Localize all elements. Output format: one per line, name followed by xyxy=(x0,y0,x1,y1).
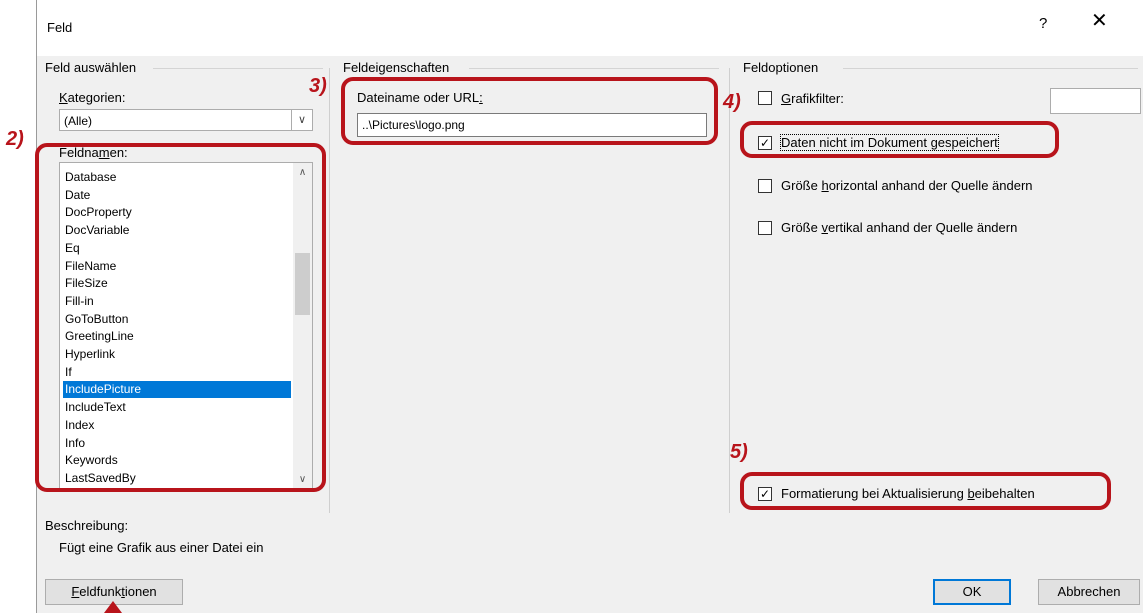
field-select-group-title: Feld auswählen xyxy=(45,60,137,75)
separator xyxy=(329,68,330,513)
close-icon[interactable]: ✕ xyxy=(1091,11,1108,31)
field-properties-group-title: Feldeigenschaften xyxy=(343,60,450,75)
categories-value: (Alle) xyxy=(64,114,93,128)
resize-horizontal-checkbox[interactable] xyxy=(758,179,772,193)
graphic-filter-checkbox[interactable] xyxy=(758,91,772,105)
help-button[interactable]: ? xyxy=(1039,15,1047,32)
cancel-button[interactable]: Abbrechen xyxy=(1038,579,1140,605)
annotation-box-fieldnames xyxy=(35,143,326,492)
annotation-box-data-not-stored xyxy=(740,121,1059,158)
dialog-title: Feld xyxy=(47,20,73,35)
description-text: Fügt eine Grafik aus einer Datei ein xyxy=(59,540,264,555)
categories-label: Kategorien: xyxy=(59,90,126,105)
graphic-filter-input[interactable] xyxy=(1050,88,1141,114)
title-bar: Feld ? ✕ xyxy=(37,0,1143,56)
annotation-box-filename xyxy=(341,77,718,145)
categories-select[interactable]: (Alle) ∨ xyxy=(59,109,313,131)
group-divider xyxy=(153,68,323,69)
graphic-filter-label: Grafikfilter: xyxy=(781,91,844,106)
annotation-box-preserve-format xyxy=(740,472,1111,510)
annotation-marker-2: 2) xyxy=(6,128,24,150)
chevron-down-icon[interactable]: ∨ xyxy=(291,110,312,130)
annotation-arrow-icon xyxy=(104,601,122,613)
annotation-marker-3: 3) xyxy=(309,75,327,97)
group-divider xyxy=(469,68,719,69)
field-options-group-title: Feldoptionen xyxy=(743,60,819,75)
description-label: Beschreibung: xyxy=(45,518,129,533)
annotation-marker-4: 4) xyxy=(723,91,741,113)
resize-vertical-checkbox[interactable] xyxy=(758,221,772,235)
resize-horizontal-label: Größe horizontal anhand der Quelle änder… xyxy=(781,178,1033,193)
group-divider xyxy=(843,68,1138,69)
annotation-marker-5: 5) xyxy=(730,441,748,463)
ok-button[interactable]: OK xyxy=(933,579,1011,605)
resize-vertical-label: Größe vertikal anhand der Quelle ändern xyxy=(781,220,1018,235)
